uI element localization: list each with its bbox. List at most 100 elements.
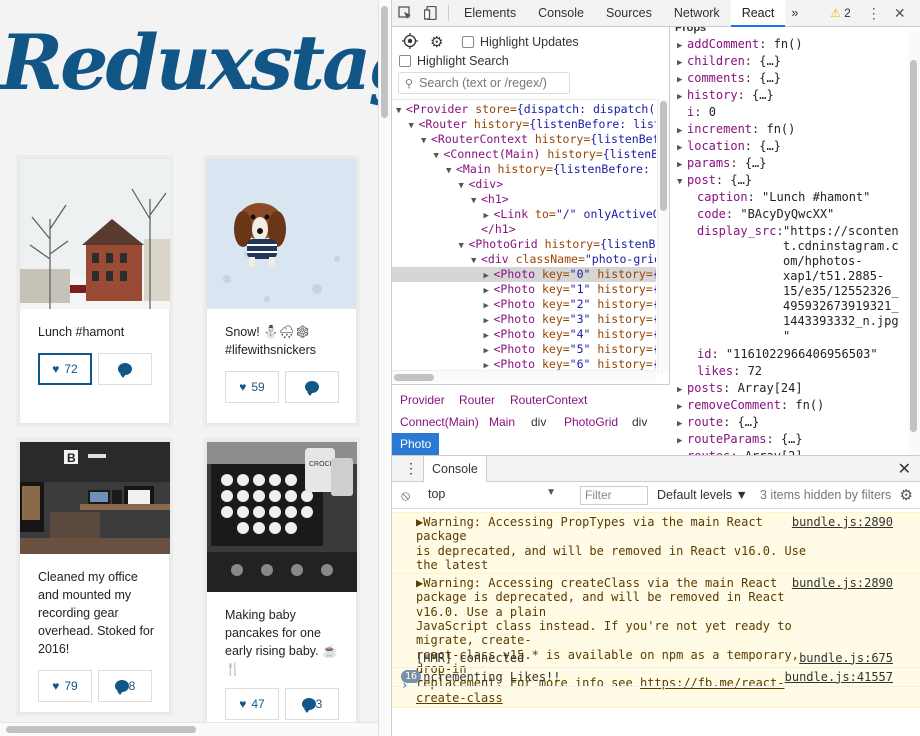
console-filter-input[interactable]: Filter — [580, 486, 648, 505]
photo-thumbnail[interactable]: B — [20, 442, 170, 554]
tree-node[interactable]: </h1> — [392, 222, 656, 237]
settings-gear-icon[interactable]: ⚙ — [430, 33, 443, 51]
expand-arrow-icon[interactable]: ▶ — [677, 73, 687, 88]
tree-node[interactable]: ▼ <Provider store={dispatch: dispatch(), — [392, 102, 656, 117]
tab-console[interactable]: Console — [527, 0, 595, 27]
prop-row[interactable]: ▶ removeComment: fn() — [677, 398, 824, 415]
breadcrumb-photo[interactable]: Photo — [392, 433, 440, 455]
context-selector[interactable]: top ▼ — [428, 487, 566, 505]
expand-arrow-icon[interactable]: ▶ — [677, 56, 687, 71]
scrollbar-thumb[interactable] — [660, 101, 667, 211]
scrollbar-thumb[interactable] — [381, 6, 388, 118]
expand-arrow-icon[interactable]: ▶ — [677, 39, 687, 54]
log-levels-dropdown[interactable]: Default levels ▼ — [657, 488, 748, 502]
component-tree[interactable]: ▼ <Provider store={dispatch: dispatch(), ▼… — [392, 99, 656, 374]
tree-node[interactable]: ▼<div className="photo-grid" — [392, 252, 656, 267]
like-button[interactable]: ♥ 47 — [225, 688, 279, 720]
console-prompt[interactable]: › — [401, 678, 408, 692]
drawer-menu-icon[interactable]: ⋮ — [404, 460, 418, 477]
prop-row[interactable]: likes: 72 — [697, 364, 762, 379]
app-logo[interactable]: Reduxstagram — [0, 18, 378, 107]
tree-vertical-scrollbar[interactable] — [657, 99, 669, 374]
breadcrumb-router[interactable]: Router — [459, 393, 495, 407]
tab-elements[interactable]: Elements — [453, 0, 527, 27]
prop-row[interactable]: code: "BAcyDyQwcXX" — [697, 207, 834, 222]
clear-console-icon[interactable]: ⦸ — [401, 487, 410, 504]
scrollbar-thumb[interactable] — [910, 60, 917, 432]
breadcrumb-photogrid[interactable]: PhotoGrid — [564, 415, 618, 429]
breadcrumb-provider[interactable]: Provider — [400, 393, 445, 407]
prop-row[interactable]: ▶ addComment: fn() — [677, 37, 803, 54]
expand-arrow-icon[interactable]: ▶ — [677, 383, 687, 398]
prop-row[interactable]: ▼ post: {…} — [677, 173, 752, 190]
prop-row[interactable]: ▶ history: {…} — [677, 88, 774, 105]
more-tabs-button[interactable]: » — [785, 0, 804, 27]
expand-arrow-icon[interactable]: ▶ — [677, 90, 687, 105]
device-toolbar-icon[interactable] — [418, 0, 444, 27]
breadcrumb-div[interactable]: div — [531, 415, 546, 429]
tab-react[interactable]: React — [730, 0, 786, 27]
breadcrumb-connect-main[interactable]: Connect(Main) — [400, 415, 479, 429]
tree-node[interactable]: ▶<Photo key="2" history={li — [392, 297, 657, 312]
expand-arrow-icon[interactable]: ▶ — [677, 434, 687, 449]
component-search-input[interactable]: ⚲ Search (text or /regex/) — [398, 72, 570, 94]
prop-row[interactable]: ▶ route: {…} — [677, 415, 759, 432]
comments-button[interactable] — [285, 371, 339, 403]
scrollbar-thumb[interactable] — [6, 726, 196, 733]
like-button[interactable]: ♥ 79 — [38, 670, 92, 702]
prop-row[interactable]: ▶ comments: {…} — [677, 71, 781, 88]
breadcrumb-main[interactable]: Main — [489, 415, 515, 429]
checkbox[interactable] — [462, 36, 474, 48]
checkbox[interactable] — [399, 55, 411, 67]
page-vertical-scrollbar[interactable] — [378, 0, 390, 736]
inspect-element-icon[interactable] — [392, 0, 418, 27]
highlight-updates-toggle[interactable]: Highlight Updates — [462, 35, 579, 49]
breadcrumb-div[interactable]: div — [632, 415, 647, 429]
expand-arrow-icon[interactable]: ▼ — [677, 175, 687, 190]
close-drawer-icon[interactable]: ✕ — [898, 459, 911, 479]
source-link[interactable]: bundle.js:41557 — [785, 670, 893, 684]
tab-console-drawer[interactable]: Console — [423, 456, 487, 482]
tree-node[interactable]: ▼<Connect(Main) history={listenBefo — [392, 147, 657, 162]
tree-node[interactable]: ▶<Photo key="4" history={li — [392, 327, 657, 342]
tab-sources[interactable]: Sources — [595, 0, 663, 27]
scrollbar-thumb[interactable] — [394, 374, 434, 381]
tree-node[interactable]: ▼<Main history={listenBefore: fn( — [392, 162, 656, 177]
highlight-search-toggle[interactable]: Highlight Search — [399, 54, 509, 68]
props-scrollbar[interactable] — [908, 30, 920, 455]
comments-button[interactable]: 3 — [285, 688, 339, 720]
expand-arrow-icon[interactable]: ▶ — [677, 141, 687, 156]
tree-node[interactable]: ▼ <div> — [392, 177, 656, 192]
tree-node[interactable]: ▶<Photo key="3" history={li — [392, 312, 657, 327]
prop-row[interactable]: ▶ location: {…} — [677, 139, 781, 156]
expand-arrow-icon[interactable]: ▶ — [677, 400, 687, 415]
like-button[interactable]: ♥ 59 — [225, 371, 279, 403]
console-settings-gear-icon[interactable]: ⚙ — [900, 486, 913, 504]
tree-horizontal-scrollbar[interactable] — [392, 370, 656, 383]
comments-button[interactable]: 8 — [98, 670, 152, 702]
like-button[interactable]: ♥ 72 — [38, 353, 92, 385]
close-icon[interactable]: ✕ — [887, 0, 913, 27]
find-element-icon[interactable] — [402, 33, 418, 49]
expand-arrow-icon[interactable]: ▶ — [677, 417, 687, 432]
tree-node[interactable]: ▶<Photo key="0" history={lis — [392, 267, 656, 282]
prop-row[interactable]: i: 0 — [677, 105, 716, 120]
photo-thumbnail[interactable] — [20, 159, 170, 309]
photo-thumbnail[interactable]: CROCK — [207, 442, 357, 592]
breadcrumb-routercontext[interactable]: RouterContext — [510, 393, 587, 407]
tab-network[interactable]: Network — [663, 0, 731, 27]
prop-row[interactable]: ▶ increment: fn() — [677, 122, 795, 139]
prop-row[interactable]: ▶ params: {…} — [677, 156, 767, 173]
expand-arrow-icon[interactable]: ▶ — [677, 124, 687, 139]
tree-node[interactable]: ▶<Photo key="1" history={li — [392, 282, 657, 297]
expand-arrow-icon[interactable]: ▶ — [677, 158, 687, 173]
tree-node[interactable]: ▶<Photo key="5" history={li — [392, 342, 657, 357]
comments-button[interactable] — [98, 353, 152, 385]
prop-row[interactable]: display_src: "https://sconten t.cdninstag… — [697, 224, 899, 343]
prop-row[interactable]: caption: "Lunch #hamont" — [697, 190, 870, 205]
prop-row[interactable]: ▶ children: {…} — [677, 54, 781, 71]
kebab-menu-icon[interactable]: ⋮ — [861, 0, 887, 27]
prop-row[interactable]: ▶ routeParams: {…} — [677, 432, 803, 449]
source-link[interactable]: bundle.js:2890 — [792, 576, 893, 590]
tree-node[interactable]: ▼ <Router history={listenBefore: liste — [392, 117, 657, 132]
